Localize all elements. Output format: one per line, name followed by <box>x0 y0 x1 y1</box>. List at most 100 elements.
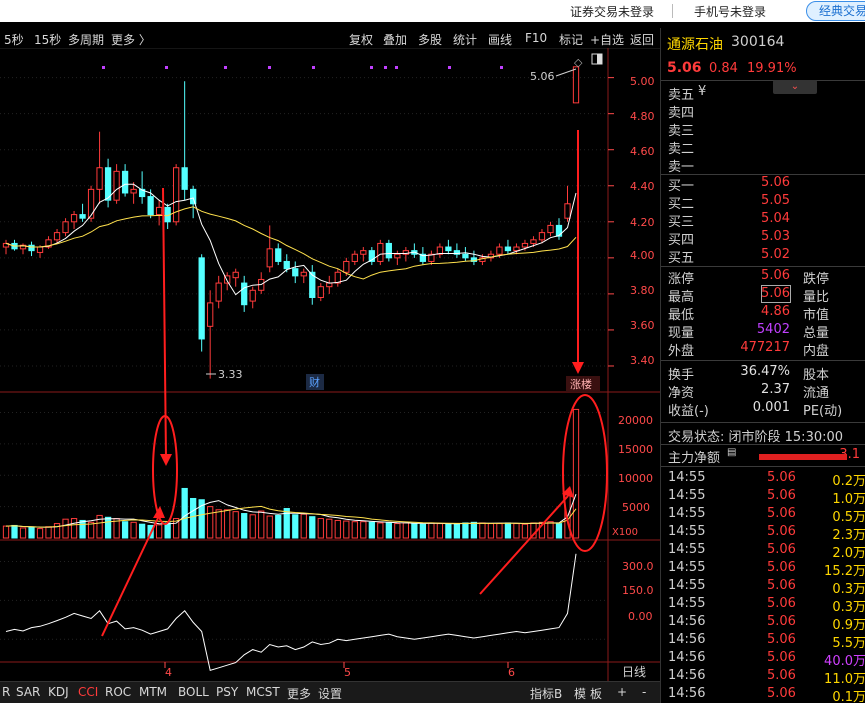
tab-r[interactable]: R <box>2 685 10 699</box>
tab-mcst[interactable]: MCST <box>246 685 280 699</box>
stat-row: 换手 36.47% 股本 <box>661 364 865 383</box>
indicator-b-button[interactable]: 指标B <box>530 685 562 702</box>
period-label[interactable]: 日线 <box>622 665 646 679</box>
bid-label: 买一 <box>668 179 695 194</box>
volume-bar <box>232 511 239 539</box>
back-button[interactable]: 返回 <box>630 31 654 48</box>
tick-time: 14:55 <box>668 488 706 503</box>
candle-body <box>564 203 571 219</box>
overlay-button[interactable]: 叠加 <box>383 31 407 48</box>
mark-button[interactable]: 标记 <box>559 31 583 48</box>
volume-bar <box>547 521 554 539</box>
cci-polyline <box>5 553 577 672</box>
more-periods-button[interactable]: 更多 〉 <box>111 31 151 48</box>
volume-bar <box>11 524 18 539</box>
annotation-arrow <box>479 495 569 595</box>
classic-trade-button[interactable]: 经典交易 <box>806 1 865 21</box>
stat-row: 现量 5402 总量 <box>661 322 865 341</box>
tick-volume: 0.1万 <box>832 690 865 703</box>
candle-body <box>547 224 554 234</box>
candle-body <box>555 224 563 237</box>
divider <box>672 4 673 18</box>
tick-price: 5.06 <box>767 686 796 701</box>
candle-body <box>326 282 333 288</box>
stat-row: 净资 2.37 流通 <box>661 382 865 401</box>
price-change: 0.84 <box>709 61 738 76</box>
tab-more[interactable]: 更多 <box>287 685 311 702</box>
tick-row: 14:55 5.06 15.2万 <box>661 560 865 579</box>
price-tick: 4.80 <box>630 110 655 123</box>
tick-volume: 0.9万 <box>832 618 865 633</box>
price-tick: 4.00 <box>630 249 655 262</box>
period-15s[interactable]: 15秒 <box>34 31 61 48</box>
volume-bar <box>190 497 197 539</box>
volume-bar <box>504 522 512 539</box>
stock-name: 通源石油 <box>667 37 723 53</box>
volume-bar <box>300 513 307 539</box>
tick-time: 14:56 <box>668 650 706 665</box>
kline-chart[interactable]: 5.00 4.80 4.60 4.40 4.20 4.00 3.80 3.60 … <box>0 48 660 681</box>
event-dot <box>224 66 227 69</box>
draw-line-button[interactable]: 画线 <box>488 31 512 48</box>
multi-stock-button[interactable]: 多股 <box>418 31 442 48</box>
candle-body <box>113 170 120 201</box>
grid <box>0 77 614 668</box>
tick-price: 5.06 <box>767 668 796 683</box>
vol-unit: X100 <box>612 527 638 538</box>
tick-price: 5.06 <box>767 650 796 665</box>
multi-period-button[interactable]: 多周期 <box>68 31 104 48</box>
candle-body <box>121 170 129 194</box>
vol-tick: 10000 <box>618 472 653 485</box>
volume-bar <box>215 509 222 539</box>
tab-boll[interactable]: BOLL <box>178 685 209 699</box>
board-button[interactable]: 板 <box>590 685 602 702</box>
tab-roc[interactable]: ROC <box>105 685 131 699</box>
zoom-in-button[interactable]: + <box>617 685 627 699</box>
adjust-button[interactable]: 复权 <box>349 31 373 48</box>
tick-price: 5.06 <box>767 632 796 647</box>
tick-row: 14:56 5.06 40.0万 <box>661 650 865 669</box>
zoom-out-button[interactable]: - <box>642 685 646 699</box>
securities-login-link[interactable]: 证券交易未登录 <box>570 3 654 20</box>
list-icon[interactable]: ▤ <box>727 447 736 458</box>
event-dot <box>268 66 271 69</box>
ask-5: 卖五 ¥ <box>661 84 865 103</box>
candle-body <box>79 214 86 219</box>
add-watchlist-button[interactable]: +自选 <box>590 31 624 48</box>
volume-bar <box>351 521 358 539</box>
tab-mtm[interactable]: MTM <box>139 685 167 699</box>
stat-label: 最低 <box>668 308 695 323</box>
phone-login-link[interactable]: 手机号未登录 <box>694 3 766 20</box>
tick-price: 5.06 <box>767 596 796 611</box>
tab-psy[interactable]: PSY <box>216 685 238 699</box>
date-axis: 4 5 6 日线 <box>165 665 646 679</box>
stat-value: 477217 <box>740 340 790 355</box>
diamond-icon[interactable]: ◇ <box>574 56 583 69</box>
bid-label: 买四 <box>668 233 695 248</box>
tab-sar[interactable]: SAR <box>16 685 40 699</box>
volume-bar <box>241 513 248 539</box>
trade-status-text: 交易状态: 闭市阶段 15:30:00 <box>668 430 844 445</box>
tick-row: 14:55 5.06 0.3万 <box>661 596 865 615</box>
f10-button[interactable]: F10 <box>525 31 547 45</box>
candle-body <box>130 188 137 194</box>
candle-body <box>198 257 205 340</box>
event-dot <box>448 66 451 69</box>
ask-4: 卖四 <box>661 102 865 121</box>
volume-bar <box>462 522 469 539</box>
ask-label: 卖一 <box>668 160 695 175</box>
candle-body <box>207 302 214 327</box>
period-5s[interactable]: 5秒 <box>4 31 24 48</box>
candle-body <box>173 167 180 223</box>
candle-body <box>190 188 197 205</box>
tab-cci[interactable]: CCI <box>78 685 98 699</box>
ask-label: 卖五 <box>668 88 695 103</box>
tick-price: 5.06 <box>767 560 796 575</box>
stats-button[interactable]: 统计 <box>453 31 477 48</box>
candle-body <box>513 246 520 252</box>
tick-price: 5.06 <box>767 488 796 503</box>
tab-settings[interactable]: 设置 <box>318 685 342 702</box>
tab-kdj[interactable]: KDJ <box>48 685 69 699</box>
template-button[interactable]: 模 <box>574 685 586 702</box>
volume-bar <box>572 408 580 539</box>
